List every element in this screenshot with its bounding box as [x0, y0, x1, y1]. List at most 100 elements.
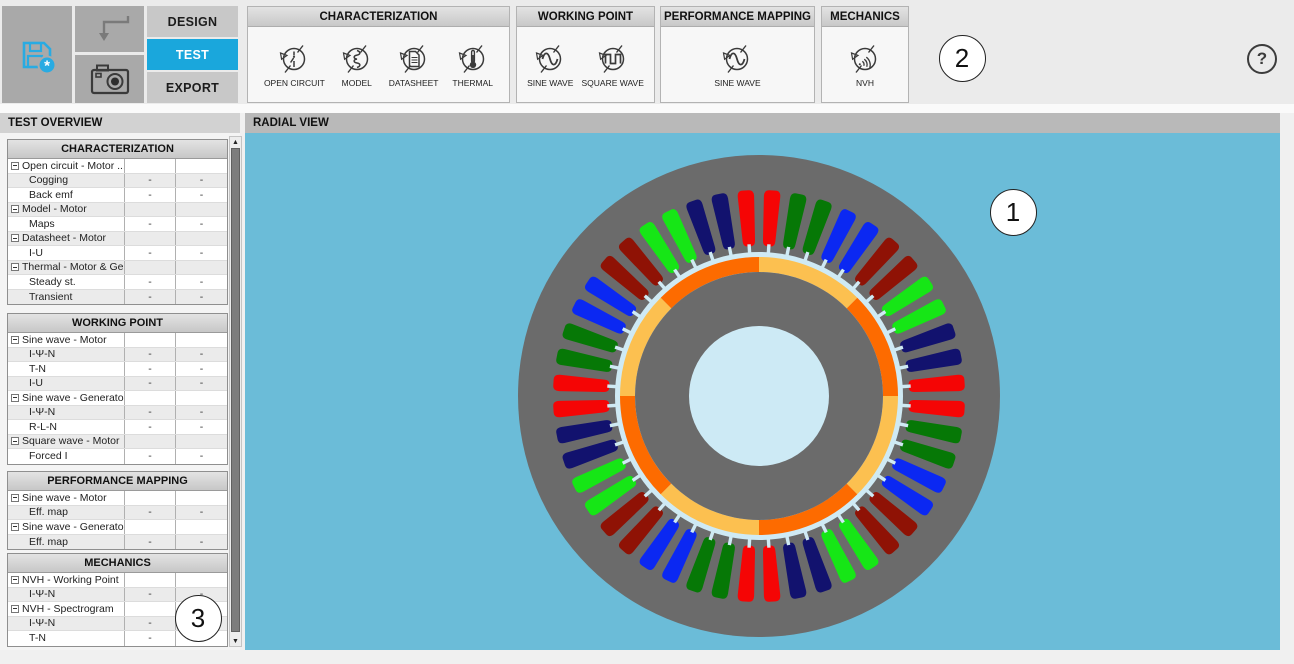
- tab-label: DESIGN: [168, 15, 218, 29]
- tab-design[interactable]: DESIGN: [147, 6, 238, 37]
- help-button[interactable]: ?: [1247, 44, 1277, 74]
- collapse-icon[interactable]: [11, 605, 19, 613]
- table-row[interactable]: Back emf--: [8, 188, 227, 203]
- row-value-1: -: [125, 348, 176, 362]
- row-label: Model - Motor: [22, 203, 87, 215]
- tool-button-open-circuit[interactable]: OPEN CIRCUIT: [264, 41, 325, 88]
- radial-view-canvas[interactable]: [245, 133, 1280, 650]
- collapse-icon[interactable]: [11, 576, 19, 584]
- tool-button-thermal[interactable]: THERMAL: [452, 41, 493, 88]
- table-row[interactable]: Transient--: [8, 290, 227, 305]
- table-row[interactable]: T-N--: [8, 362, 227, 377]
- row-value-1: -: [125, 217, 176, 231]
- table-group-row[interactable]: Datasheet - Motor: [8, 232, 227, 247]
- undo-button[interactable]: [75, 6, 144, 52]
- sidebar-scrollbar[interactable]: ▲ ▼: [229, 136, 242, 647]
- table-row[interactable]: Forced I--: [8, 449, 227, 464]
- square-wave-icon: [595, 41, 631, 77]
- row-label: NVH - Spectrogram: [22, 603, 114, 615]
- row-label-cell: Eff. map: [8, 535, 125, 550]
- scrollbar-thumb[interactable]: [231, 148, 240, 632]
- tool-button-label: THERMAL: [452, 78, 493, 88]
- row-label-cell: Transient: [8, 290, 125, 305]
- shaft-bore: [689, 326, 829, 466]
- nvh-icon: [847, 41, 883, 77]
- table-row[interactable]: I-Ψ-N--: [8, 348, 227, 363]
- row-label-cell: I-Ψ-N: [8, 617, 125, 631]
- table-row[interactable]: R-L-N--: [8, 420, 227, 435]
- row-value-1: -: [125, 174, 176, 188]
- row-label: T-N: [29, 632, 46, 644]
- row-label-cell: I-Ψ-N: [8, 588, 125, 602]
- tab-test[interactable]: TEST: [147, 39, 238, 70]
- save-button[interactable]: *: [2, 6, 72, 103]
- svg-text:*: *: [44, 57, 50, 74]
- table-row[interactable]: Maps--: [8, 217, 227, 232]
- tool-button-sine-wave[interactable]: SINE WAVE: [527, 41, 573, 88]
- table-row[interactable]: I-U--: [8, 246, 227, 261]
- test-overview-panel: CHARACTERIZATIONOpen circuit - Motor ...…: [0, 133, 240, 650]
- row-value-1: -: [125, 188, 176, 202]
- tool-button-label: MODEL: [342, 78, 372, 88]
- row-label-cell: Steady st.: [8, 275, 125, 289]
- table-group-row[interactable]: Sine wave - Motor: [8, 333, 227, 348]
- tool-button-datasheet[interactable]: DATASHEET: [389, 41, 439, 88]
- row-value-2: -: [176, 449, 227, 464]
- row-value-2: [176, 232, 227, 246]
- row-value-2: -: [176, 348, 227, 362]
- scroll-up-icon[interactable]: ▲: [230, 137, 241, 147]
- table-row[interactable]: Eff. map--: [8, 535, 227, 550]
- model-icon: [339, 41, 375, 77]
- table-group-row[interactable]: Open circuit - Motor ...: [8, 159, 227, 174]
- tool-button-model[interactable]: MODEL: [339, 41, 375, 88]
- scroll-down-icon[interactable]: ▼: [230, 636, 241, 646]
- table-group-row[interactable]: Square wave - Motor: [8, 435, 227, 450]
- table-row[interactable]: Cogging--: [8, 174, 227, 189]
- sine-wave-icon: [719, 41, 755, 77]
- tool-button-sine-wave[interactable]: SINE WAVE: [714, 41, 760, 88]
- row-value-1: -: [125, 290, 176, 305]
- table-row[interactable]: Steady st.--: [8, 275, 227, 290]
- row-value-1: [125, 602, 176, 616]
- row-label-cell: R-L-N: [8, 420, 125, 434]
- camera-icon: [88, 62, 132, 96]
- row-label: Sine wave - Motor: [22, 492, 107, 504]
- collapse-icon[interactable]: [11, 494, 19, 502]
- row-value-1: -: [125, 617, 176, 631]
- annotation-callout-2: 2: [939, 35, 986, 82]
- table-group-row[interactable]: Model - Motor: [8, 203, 227, 218]
- tab-export[interactable]: EXPORT: [147, 72, 238, 103]
- table-group-row[interactable]: Sine wave - Motor: [8, 491, 227, 506]
- overview-table-characterization: CHARACTERIZATIONOpen circuit - Motor ...…: [7, 139, 228, 305]
- row-label: I-U: [29, 377, 43, 389]
- toolbar: * DESIGNTESTEXPORT CHARACTERIZATIONOPEN …: [0, 0, 1294, 104]
- collapse-icon[interactable]: [11, 263, 19, 271]
- tab-label: TEST: [176, 48, 209, 62]
- row-label: Square wave - Motor: [22, 435, 119, 447]
- table-group-row[interactable]: NVH - Working Point: [8, 573, 227, 588]
- row-label-cell: Forced I: [8, 449, 125, 464]
- row-value-2: -: [176, 246, 227, 260]
- section-title: WORKING POINT: [517, 7, 654, 27]
- table-row[interactable]: Eff. map--: [8, 506, 227, 521]
- tool-button-nvh[interactable]: NVH: [847, 41, 883, 88]
- collapse-icon[interactable]: [11, 205, 19, 213]
- collapse-icon[interactable]: [11, 523, 19, 531]
- collapse-icon[interactable]: [11, 336, 19, 344]
- table-row[interactable]: I-Ψ-N--: [8, 406, 227, 421]
- view-title: RADIAL VIEW: [253, 117, 329, 129]
- view-title-bar: RADIAL VIEW: [245, 113, 1280, 133]
- collapse-icon[interactable]: [11, 234, 19, 242]
- collapse-icon[interactable]: [11, 394, 19, 402]
- camera-button[interactable]: [75, 55, 144, 103]
- table-row[interactable]: I-U--: [8, 377, 227, 392]
- table-group-row[interactable]: Sine wave - Generator: [8, 520, 227, 535]
- tool-button-square-wave[interactable]: SQUARE WAVE: [582, 41, 644, 88]
- table-group-row[interactable]: Thermal - Motor & Ge...: [8, 261, 227, 276]
- table-group-row[interactable]: Sine wave - Generator: [8, 391, 227, 406]
- sidebar-title: TEST OVERVIEW: [8, 117, 102, 129]
- collapse-icon[interactable]: [11, 162, 19, 170]
- row-label-cell: Datasheet - Motor: [8, 232, 125, 246]
- row-label: Transient: [29, 291, 72, 303]
- collapse-icon[interactable]: [11, 437, 19, 445]
